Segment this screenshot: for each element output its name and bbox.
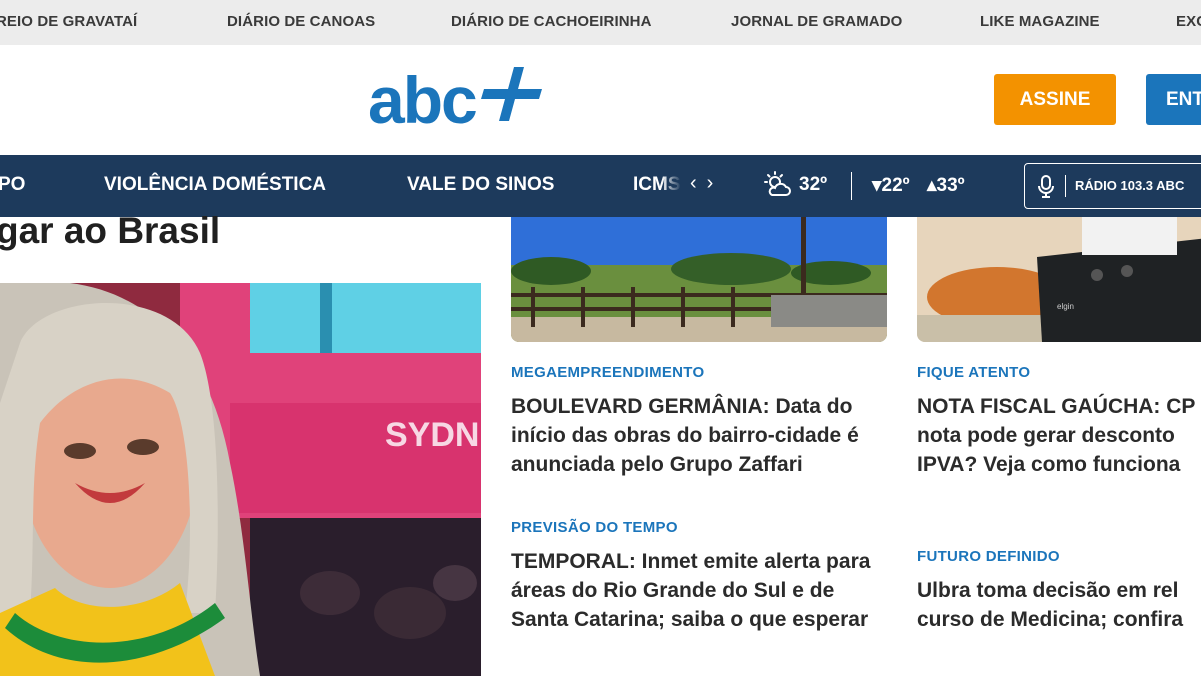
radio-divider — [1065, 175, 1066, 197]
partner-link-gramado[interactable]: JORNAL DE GRAMADO — [731, 13, 902, 30]
receipt-printer-photo: elgin — [917, 217, 1201, 342]
article-image-boulevard[interactable] — [511, 217, 887, 342]
nav-item-tempo[interactable]: PO — [0, 174, 25, 196]
nav-item-icms[interactable]: ICMS — [633, 174, 681, 196]
radio-label: RÁDIO 103.3 ABC — [1075, 178, 1185, 193]
article-kicker[interactable]: MEGAEMPREENDIMENTO — [511, 364, 704, 381]
lead-headline[interactable]: gar ao Brasil — [0, 210, 220, 252]
partner-bar: REIO DE GRAVATAÍ DIÁRIO DE CANOAS DIÁRIO… — [0, 0, 1201, 45]
article-kicker[interactable]: FUTURO DEFINIDO — [917, 548, 1060, 565]
article-headline[interactable]: NOTA FISCAL GAÚCHA: CP nota pode gerar d… — [917, 392, 1201, 479]
partner-link-gravatai[interactable]: REIO DE GRAVATAÍ — [0, 13, 137, 30]
current-temperature: 32º — [799, 174, 828, 195]
radio-player-button[interactable]: RÁDIO 103.3 ABC — [1024, 163, 1201, 209]
article-image-nota-fiscal[interactable]: elgin — [917, 217, 1201, 342]
max-temperature: ▴33º — [927, 175, 965, 196]
site-header: abc ASSINE ENT — [0, 45, 1201, 155]
min-temperature: ▾22º — [872, 175, 910, 196]
main-nav: PO VIOLÊNCIA DOMÉSTICA VALE DO SINOS ICM… — [0, 155, 1201, 217]
logo-text: abc — [368, 67, 476, 133]
lead-story-photo[interactable]: SYDN — [0, 283, 481, 676]
lead-photo-illustration: SYDN — [0, 283, 481, 676]
partner-link-canoas[interactable]: DIÁRIO DE CANOAS — [227, 13, 375, 30]
microphone-icon — [1038, 175, 1054, 198]
chevron-left-icon[interactable]: ‹ — [690, 172, 697, 194]
article-headline[interactable]: TEMPORAL: Inmet emite alerta para áreas … — [511, 547, 896, 634]
logo-plus-mark — [481, 67, 542, 121]
partner-link-cachoeirinha[interactable]: DIÁRIO DE CACHOEIRINHA — [451, 13, 652, 30]
nav-item-vale-do-sinos[interactable]: VALE DO SINOS — [407, 174, 554, 196]
article-kicker[interactable]: PREVISÃO DO TEMPO — [511, 519, 678, 536]
nav-item-violencia-domestica[interactable]: VIOLÊNCIA DOMÉSTICA — [104, 174, 326, 196]
article-kicker[interactable]: FIQUE ATENTO — [917, 364, 1030, 381]
field-fence-photo — [511, 217, 887, 342]
nav-scroll-arrows: ‹ › — [690, 172, 713, 195]
nav-divider — [851, 172, 852, 200]
partly-cloudy-sun-icon — [764, 171, 791, 196]
article-headline[interactable]: BOULEVARD GERMÂNIA: Data do início das o… — [511, 392, 896, 479]
abc-logo[interactable]: abc — [368, 67, 548, 133]
subscribe-button[interactable]: ASSINE — [994, 74, 1116, 125]
article-headline[interactable]: Ulbra toma decisão em rel curso de Medic… — [917, 576, 1201, 634]
backdrop-sign-text: SYDN — [385, 416, 479, 454]
partner-link-like-magazine[interactable]: LIKE MAGAZINE — [980, 13, 1100, 30]
chevron-right-icon[interactable]: › — [707, 172, 714, 194]
svg-text:elgin: elgin — [1057, 302, 1074, 311]
login-button[interactable]: ENT — [1146, 74, 1201, 125]
partner-link-exc[interactable]: EXC — [1176, 13, 1201, 30]
